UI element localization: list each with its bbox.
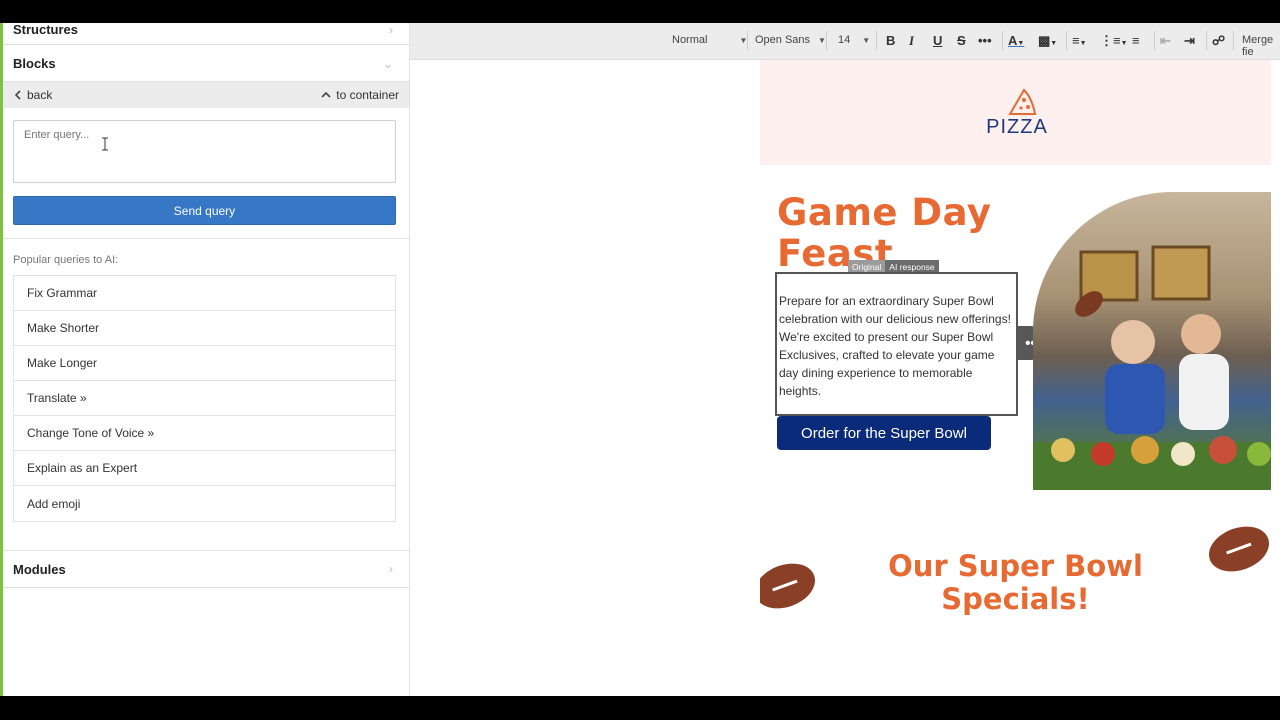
app-frame: Structures › Blocks ⌄ back to container …	[0, 23, 1280, 696]
font-size-value: 14	[838, 34, 851, 46]
email-canvas: PIZZA Game Day Feast Original AI respons…	[410, 60, 1280, 696]
text-toolbar: Normal ▼ Open Sans ▼ 14 ▼ B I U S ••• A▼…	[410, 23, 1280, 60]
merge-fields-button[interactable]: Merge fie	[1242, 34, 1280, 58]
indent-icon[interactable]: ⇥	[1184, 33, 1195, 49]
chevron-right-icon: ›	[389, 562, 393, 576]
email-header: PIZZA	[760, 60, 1271, 165]
email-preview: PIZZA Game Day Feast Original AI respons…	[760, 60, 1271, 696]
specials-heading[interactable]: Our Super Bowl Specials!	[760, 550, 1271, 616]
chevron-left-icon	[14, 90, 21, 100]
chevron-up-icon	[321, 91, 331, 98]
toolbar-separator	[1002, 31, 1003, 51]
font-size-select[interactable]: 14 ▼	[838, 34, 870, 46]
align-icon[interactable]: ≡▼	[1072, 33, 1087, 48]
blocks-subbar: back to container	[3, 82, 409, 108]
to-container-button[interactable]: to container	[321, 88, 399, 102]
send-query-button[interactable]: Send query	[13, 196, 396, 225]
chevron-right-icon: ›	[389, 23, 393, 37]
modules-label: Modules	[13, 561, 66, 577]
merge-label: Merge fie	[1242, 34, 1274, 58]
pizza-logo[interactable]: PIZZA	[977, 88, 1057, 138]
strikethrough-icon[interactable]: S	[957, 33, 966, 48]
underline-icon[interactable]: U	[933, 33, 942, 48]
background-color-icon[interactable]: ▩▼	[1038, 33, 1057, 49]
order-cta-button[interactable]: Order for the Super Bowl	[777, 416, 991, 450]
list-icon[interactable]: ⋮≡▼	[1100, 33, 1128, 49]
format-value: Normal	[672, 34, 708, 46]
format-select[interactable]: Normal ▼	[672, 34, 747, 46]
sidebar: Structures › Blocks ⌄ back to container …	[0, 23, 410, 696]
chevron-down-icon: ⌄	[382, 56, 393, 71]
to-container-label: to container	[336, 88, 399, 102]
hero-image[interactable]	[1033, 192, 1271, 490]
sidebar-section-blocks[interactable]: Blocks ⌄	[3, 46, 409, 82]
popular-queries-list: Fix Grammar Make Shorter Make Longer Tra…	[13, 275, 396, 522]
text-color-icon[interactable]: A▼	[1008, 33, 1024, 48]
toolbar-separator	[876, 31, 877, 51]
font-value: Open Sans	[755, 34, 811, 46]
font-select[interactable]: Open Sans ▼	[755, 34, 826, 46]
toolbar-separator	[747, 31, 748, 51]
logo-text: PIZZA	[986, 116, 1048, 138]
more-format-icon[interactable]: •••	[978, 33, 992, 48]
blocks-label: Blocks	[13, 56, 56, 71]
toolbar-separator	[1066, 31, 1067, 51]
back-button[interactable]: back	[13, 88, 52, 102]
structures-label: Structures	[13, 23, 79, 37]
outdent-icon[interactable]: ⇤	[1160, 33, 1171, 49]
pizza-slice-icon	[1008, 88, 1037, 115]
dropdown-arrow-icon: ▼	[818, 35, 826, 45]
dropdown-arrow-icon: ▼	[862, 35, 871, 45]
popular-query-add-emoji[interactable]: Add emoji	[14, 486, 395, 521]
popular-queries-label: Popular queries to AI:	[13, 254, 119, 266]
popular-query-make-longer[interactable]: Make Longer	[14, 346, 395, 381]
link-icon[interactable]: ☍	[1212, 33, 1225, 49]
selected-text-block[interactable]: Prepare for an extraordinary Super Bowl …	[775, 272, 1018, 416]
popular-query-change-tone[interactable]: Change Tone of Voice »	[14, 416, 395, 451]
popular-query-translate[interactable]: Translate »	[14, 381, 395, 416]
sidebar-section-structures[interactable]: Structures ›	[3, 23, 409, 45]
toolbar-separator	[1154, 31, 1155, 51]
ai-query-input[interactable]	[13, 120, 396, 183]
text-cursor-icon	[102, 137, 108, 151]
toolbar-separator	[1233, 31, 1234, 51]
fans-watching-image	[1033, 245, 1271, 490]
divider	[3, 238, 409, 239]
italic-icon[interactable]: I	[909, 33, 914, 49]
popular-query-fix-grammar[interactable]: Fix Grammar	[14, 276, 395, 311]
toolbar-separator	[1206, 31, 1207, 51]
line-height-icon[interactable]: ≡	[1132, 33, 1140, 48]
bold-icon[interactable]: B	[886, 33, 895, 48]
sidebar-section-modules[interactable]: Modules ›	[3, 550, 409, 588]
toolbar-separator	[826, 31, 827, 51]
back-label: back	[27, 88, 53, 102]
popular-query-make-shorter[interactable]: Make Shorter	[14, 311, 395, 346]
popular-query-explain-expert[interactable]: Explain as an Expert	[14, 451, 395, 486]
